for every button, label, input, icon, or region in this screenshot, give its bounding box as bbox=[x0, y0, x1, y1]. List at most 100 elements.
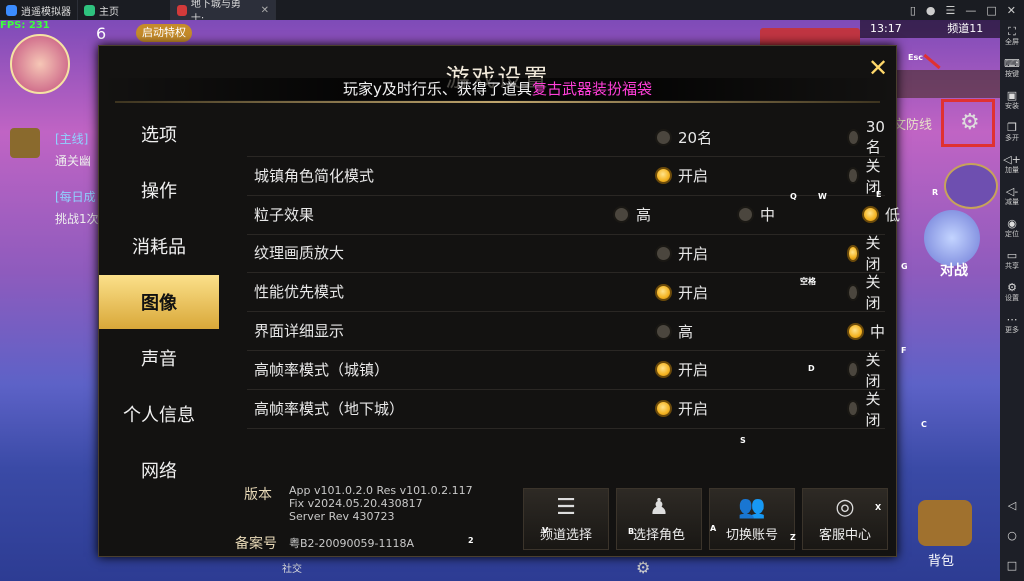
radio-unselected-icon[interactable] bbox=[613, 206, 630, 224]
sidebar-settings[interactable]: ⚙ 设置 bbox=[1000, 276, 1024, 308]
radio-option[interactable]: 开启 bbox=[655, 351, 708, 389]
nav-home-icon[interactable]: ○ bbox=[1000, 519, 1024, 551]
radio-label: 高 bbox=[636, 206, 652, 225]
sidebar-install[interactable]: ▣ 安装 bbox=[1000, 84, 1024, 116]
radio-selected-icon[interactable] bbox=[655, 400, 672, 418]
bag-icon[interactable] bbox=[918, 500, 972, 546]
radio-option[interactable]: 关闭 bbox=[847, 273, 885, 312]
key-hint: D bbox=[808, 364, 815, 373]
radio-unselected-icon[interactable] bbox=[847, 400, 860, 418]
nav-back-icon[interactable]: ◁ bbox=[1000, 489, 1024, 521]
sidebar-multi[interactable]: ❐ 多开 bbox=[1000, 116, 1024, 148]
key-hint: B bbox=[628, 527, 635, 536]
tab-close-icon[interactable]: ✕ bbox=[261, 5, 269, 16]
nav-recent-icon[interactable]: □ bbox=[1000, 549, 1024, 581]
nav-item-sound[interactable]: 声音 bbox=[99, 331, 219, 385]
maximize-icon[interactable]: □ bbox=[986, 4, 996, 17]
dialog-close-icon[interactable]: ✕ bbox=[866, 56, 890, 80]
radio-option[interactable]: 高 bbox=[655, 312, 693, 350]
sidebar-volume-up[interactable]: ◁+ 加量 bbox=[1000, 148, 1024, 180]
sidebar-volume-down[interactable]: ◁- 减量 bbox=[1000, 180, 1024, 212]
radio-unselected-icon[interactable] bbox=[655, 128, 672, 146]
radio-option[interactable]: 低 bbox=[862, 196, 900, 234]
volume-up-icon: ◁+ bbox=[1003, 152, 1021, 166]
key-hint: V bbox=[542, 526, 549, 535]
minimize-icon[interactable]: — bbox=[965, 4, 976, 17]
battle-icon[interactable] bbox=[924, 210, 980, 266]
radio-option[interactable]: 高 bbox=[613, 196, 651, 234]
sidebar-more[interactable]: ⋯ 更多 bbox=[1000, 308, 1024, 340]
key-hint: Q bbox=[790, 192, 797, 201]
radio-selected-icon[interactable] bbox=[655, 361, 672, 379]
radio-unselected-icon[interactable] bbox=[737, 206, 754, 224]
radio-option[interactable]: 关闭 bbox=[847, 234, 885, 273]
nav-item-graphics[interactable]: 图像 bbox=[99, 275, 219, 329]
account-icon[interactable]: ● bbox=[926, 4, 936, 17]
radio-option[interactable]: 开启 bbox=[655, 273, 708, 311]
quest-main-text[interactable]: 通关幽 bbox=[55, 152, 91, 169]
quest-scroll-icon[interactable] bbox=[10, 128, 40, 158]
channel-select-button[interactable]: ☰ 频道选择 bbox=[523, 488, 609, 550]
emulator-titlebar: 逍遥模拟器 主页 地下城与勇士:... ✕ ▯ ● ☰ — □ ✕ bbox=[0, 0, 1024, 25]
radio-label: 中 bbox=[760, 206, 776, 225]
version-line: Server Rev 430723 bbox=[289, 510, 395, 523]
radio-unselected-icon[interactable] bbox=[655, 322, 672, 340]
quest-daily-text[interactable]: 挑战1次 bbox=[55, 210, 99, 227]
menu-icon[interactable]: ☰ bbox=[946, 4, 956, 17]
key-hint: Z bbox=[790, 533, 796, 542]
radio-unselected-icon[interactable] bbox=[847, 283, 860, 301]
customer-service-button[interactable]: ◎ 客服中心 bbox=[802, 488, 888, 550]
nav-item-network[interactable]: 网络 bbox=[99, 443, 219, 497]
key-hint: 2 bbox=[468, 536, 474, 545]
radio-unselected-icon[interactable] bbox=[847, 128, 860, 146]
radio-unselected-icon[interactable] bbox=[847, 167, 860, 185]
nav-item-options[interactable]: 选项 bbox=[99, 107, 219, 161]
tab-emulator[interactable]: 逍遥模拟器 bbox=[0, 0, 78, 20]
radio-option[interactable]: 中 bbox=[737, 196, 775, 234]
switch-account-button[interactable]: 👥 切换账号 bbox=[709, 488, 795, 550]
bottom-gear-icon[interactable]: ⚙ bbox=[636, 558, 650, 577]
radio-selected-icon[interactable] bbox=[847, 322, 864, 340]
settings-dialog: 游戏设置 玩家y及时行乐、获得了道具复古武器装扮福袋 ✕ 选项 操作 消耗品 图… bbox=[98, 45, 900, 557]
nav-item-controls[interactable]: 操作 bbox=[99, 163, 219, 217]
radio-option[interactable]: 20名 bbox=[655, 118, 712, 156]
radio-option[interactable]: 关闭 bbox=[847, 351, 885, 390]
sidebar-fullscreen[interactable]: ⛶ 全屏 bbox=[1000, 20, 1024, 52]
character-icon: ♟ bbox=[649, 495, 669, 520]
radio-option[interactable]: 关闭 bbox=[847, 390, 885, 429]
radio-option[interactable]: 开启 bbox=[655, 234, 708, 272]
avatar-bubble[interactable] bbox=[944, 163, 998, 209]
tab-home[interactable]: 主页 bbox=[78, 0, 171, 20]
radio-option[interactable]: 中 bbox=[847, 312, 885, 350]
radio-option[interactable]: 30名 bbox=[847, 118, 889, 156]
radio-label: 开启 bbox=[678, 361, 709, 380]
nav-item-consumables[interactable]: 消耗品 bbox=[99, 219, 219, 273]
keyboard-icon: ⌨ bbox=[1004, 56, 1020, 70]
quest-main-tag[interactable]: [主线] bbox=[55, 130, 88, 147]
sidebar-keys[interactable]: ⌨ 按键 bbox=[1000, 52, 1024, 84]
option-row: 高帧率模式（地下城） 开启 关闭 bbox=[247, 390, 885, 429]
window-close-icon[interactable]: ✕ bbox=[1007, 4, 1016, 17]
select-character-button[interactable]: ♟ 选择角色 bbox=[616, 488, 702, 550]
radio-option[interactable]: 开启 bbox=[655, 390, 708, 428]
quest-daily-tag[interactable]: [每日成 bbox=[55, 188, 96, 205]
radio-selected-icon[interactable] bbox=[655, 167, 672, 185]
sidebar-share[interactable]: ▭ 共享 bbox=[1000, 244, 1024, 276]
tab-game[interactable]: 地下城与勇士:... ✕ bbox=[171, 0, 276, 25]
radio-selected-icon[interactable] bbox=[655, 283, 672, 301]
radio-unselected-icon[interactable] bbox=[847, 361, 860, 379]
phone-icon[interactable]: ▯ bbox=[910, 4, 916, 17]
radio-unselected-icon[interactable] bbox=[655, 244, 672, 262]
radio-selected-icon[interactable] bbox=[862, 206, 879, 224]
top-status-bar: 13:17 频道11 bbox=[860, 20, 1000, 38]
player-avatar[interactable] bbox=[10, 34, 70, 94]
nav-item-profile[interactable]: 个人信息 bbox=[99, 387, 219, 441]
social-label[interactable]: 社交 bbox=[282, 560, 302, 575]
privilege-button[interactable]: 启动特权 bbox=[136, 24, 192, 42]
fullscreen-icon: ⛶ bbox=[1008, 24, 1016, 38]
radio-option[interactable]: 开启 bbox=[655, 157, 708, 195]
key-hint: R bbox=[932, 188, 939, 197]
sidebar-location[interactable]: ◉ 定位 bbox=[1000, 212, 1024, 244]
radio-selected-icon[interactable] bbox=[847, 244, 860, 262]
bag-label: 背包 bbox=[928, 554, 955, 569]
